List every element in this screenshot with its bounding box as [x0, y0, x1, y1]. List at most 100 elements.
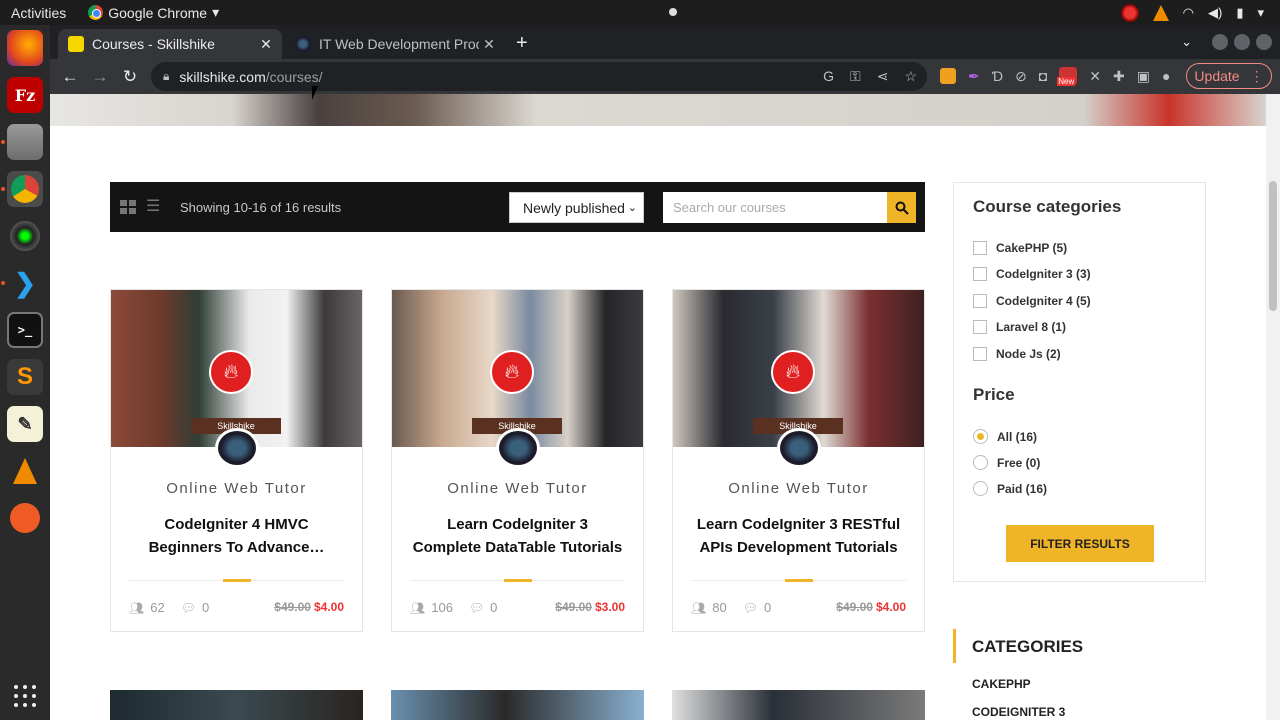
author-avatar[interactable] — [777, 428, 821, 468]
category-link-cakephp[interactable]: CAKEPHP — [972, 677, 1031, 691]
address-bar[interactable]: 🔒︎ skillshike.com/courses/ G ⚿ ⋖ ☆ — [151, 62, 927, 91]
page-scrollbar[interactable] — [1266, 94, 1280, 720]
volume-icon[interactable]: ◀) — [1208, 5, 1222, 21]
course-title[interactable]: CodeIgniter 4 HMVC Beginners To Advance… — [131, 513, 342, 559]
price-filter-paid[interactable]: Paid (16) — [973, 481, 1047, 496]
category-filter-codeigniter-4[interactable]: CodeIgniter 4 (5) — [973, 294, 1091, 308]
radio[interactable] — [973, 455, 988, 470]
files-icon[interactable] — [7, 124, 43, 160]
price-filter-free[interactable]: Free (0) — [973, 455, 1040, 470]
camera-icon[interactable] — [7, 218, 43, 254]
maximize-button[interactable] — [1234, 34, 1250, 50]
text-editor-icon[interactable]: ✎ — [7, 406, 43, 442]
minimize-button[interactable] — [1212, 34, 1228, 50]
extension-d-icon[interactable]: Ɗ — [992, 68, 1003, 84]
show-apps-icon[interactable] — [14, 685, 36, 707]
checkbox[interactable] — [973, 347, 987, 361]
kebab-menu-icon[interactable]: ⋮ — [1250, 68, 1264, 85]
tab-search-chevron-icon[interactable]: ⌄ — [1181, 34, 1192, 50]
course-card[interactable]: 🔥︎ Skillshike Online Web Tutor CodeIgnit… — [110, 289, 363, 632]
clock-indicator[interactable] — [669, 8, 677, 16]
update-label: Update — [1194, 68, 1240, 84]
category-filter-codeigniter-3[interactable]: CodeIgniter 3 (3) — [973, 267, 1091, 281]
side-panel-icon[interactable]: ▣ — [1137, 68, 1150, 85]
course-card[interactable]: 🔥︎ Skillshike Online Web Tutor Learn Cod… — [672, 289, 925, 632]
sublime-icon[interactable]: S — [7, 359, 43, 395]
filter-results-button[interactable]: FILTER RESULTS — [1006, 525, 1154, 562]
course-author[interactable]: Online Web Tutor — [111, 480, 362, 497]
course-thumbnail[interactable]: 🔥︎ Skillshike — [111, 290, 362, 447]
new-tab-icon[interactable]: + — [516, 32, 528, 55]
course-thumbnail[interactable]: 🔥︎ Skillshike — [673, 290, 924, 447]
share-icon[interactable]: ⋖ — [877, 68, 889, 85]
course-title[interactable]: Learn CodeIgniter 3 Complete DataTable T… — [412, 513, 623, 559]
extensions-puzzle-icon[interactable]: ✚ — [1113, 68, 1125, 85]
extension-orange-icon[interactable] — [940, 68, 956, 84]
extension-block-icon[interactable]: ⊘ — [1015, 68, 1027, 85]
chrome-icon[interactable] — [7, 171, 43, 207]
sort-select[interactable]: Newly published ⌄ — [509, 192, 644, 223]
extension-camera-icon[interactable]: ◘ — [1039, 68, 1047, 84]
reload-icon[interactable]: ↻ — [115, 67, 145, 87]
radio[interactable] — [973, 481, 988, 496]
course-thumbnail[interactable]: 🔥︎ Skillshike — [392, 290, 643, 447]
checkbox[interactable] — [973, 294, 987, 308]
key-icon[interactable]: ⚿ — [850, 68, 861, 85]
category-filter-cakephp[interactable]: CakePHP (5) — [973, 241, 1067, 255]
close-tab-icon[interactable]: ✕ — [479, 36, 499, 53]
activities-button[interactable]: Activities — [11, 5, 66, 21]
tab-it-web-development[interactable]: IT Web Development Proc ✕ — [285, 29, 505, 59]
radio-selected[interactable] — [973, 429, 988, 444]
checkbox[interactable] — [973, 241, 987, 255]
course-card-thumbnail[interactable] — [672, 690, 925, 720]
app-menu[interactable]: Google Chrome ▾ — [88, 4, 219, 21]
firefox-icon[interactable] — [7, 30, 43, 66]
course-card-thumbnail[interactable] — [110, 690, 363, 720]
system-tray[interactable]: ◠ ◀) ▮ ▾ — [1120, 0, 1280, 25]
author-avatar[interactable] — [496, 428, 540, 468]
system-top-bar: Activities Google Chrome ▾ ◠ ◀) ▮ ▾ — [0, 0, 1280, 25]
category-filter-nodejs[interactable]: Node Js (2) — [973, 347, 1061, 361]
vlc-tray-icon[interactable] — [1152, 4, 1169, 21]
checkbox[interactable] — [973, 320, 987, 334]
course-card-thumbnail[interactable] — [391, 690, 644, 720]
category-filter-laravel-8[interactable]: Laravel 8 (1) — [973, 320, 1066, 334]
extension-x-icon[interactable]: ✕ — [1089, 68, 1101, 85]
back-icon[interactable]: ← — [55, 67, 85, 87]
update-button[interactable]: Update ⋮ — [1186, 63, 1272, 89]
forward-icon[interactable]: → — [85, 67, 115, 87]
profile-avatar-icon[interactable]: ● — [1162, 68, 1170, 84]
price-filter-all[interactable]: All (16) — [973, 429, 1037, 444]
course-title[interactable]: Learn CodeIgniter 3 RESTful APIs Develop… — [693, 513, 904, 559]
terminal-icon[interactable]: >_ — [7, 312, 43, 348]
course-card[interactable]: 🔥︎ Skillshike Online Web Tutor Learn Cod… — [391, 289, 644, 632]
extension-new-icon[interactable]: New — [1057, 67, 1078, 86]
close-window-button[interactable] — [1256, 34, 1272, 50]
scrollbar-thumb[interactable] — [1269, 181, 1277, 311]
google-lens-icon[interactable]: G — [823, 68, 834, 85]
checkbox[interactable] — [973, 267, 987, 281]
extension-feather-icon[interactable]: ✒ — [968, 68, 980, 85]
bookmark-star-icon[interactable]: ☆ — [904, 68, 917, 85]
category-link-codeigniter-3[interactable]: CODEIGNITER 3 — [972, 705, 1065, 719]
tab-courses[interactable]: Courses - Skillshike ✕ — [58, 29, 282, 59]
wifi-icon[interactable]: ◠ — [1183, 5, 1194, 21]
course-author[interactable]: Online Web Tutor — [392, 480, 643, 497]
course-search-input[interactable]: Search our courses — [663, 192, 888, 223]
filezilla-icon[interactable]: Fz — [7, 77, 43, 113]
course-author[interactable]: Online Web Tutor — [673, 480, 924, 497]
list-view-icon[interactable]: ☰ — [146, 199, 160, 215]
course-meta: 👥︎ 106 💬︎ 0 — [410, 600, 497, 615]
chevron-down-icon: ⌄ — [627, 202, 637, 214]
close-tab-icon[interactable]: ✕ — [256, 36, 276, 53]
record-icon[interactable] — [1120, 3, 1139, 22]
lock-icon[interactable]: 🔒︎ — [163, 69, 169, 84]
grid-view-icon[interactable] — [120, 200, 136, 214]
battery-icon[interactable]: ▮ — [1236, 5, 1243, 21]
power-menu-icon[interactable]: ▾ — [1257, 5, 1264, 21]
vlc-icon[interactable] — [7, 453, 43, 489]
vscode-icon[interactable]: ❯ — [7, 265, 43, 301]
author-avatar[interactable] — [215, 428, 259, 468]
postman-icon[interactable] — [7, 500, 43, 536]
search-button[interactable] — [887, 192, 916, 223]
